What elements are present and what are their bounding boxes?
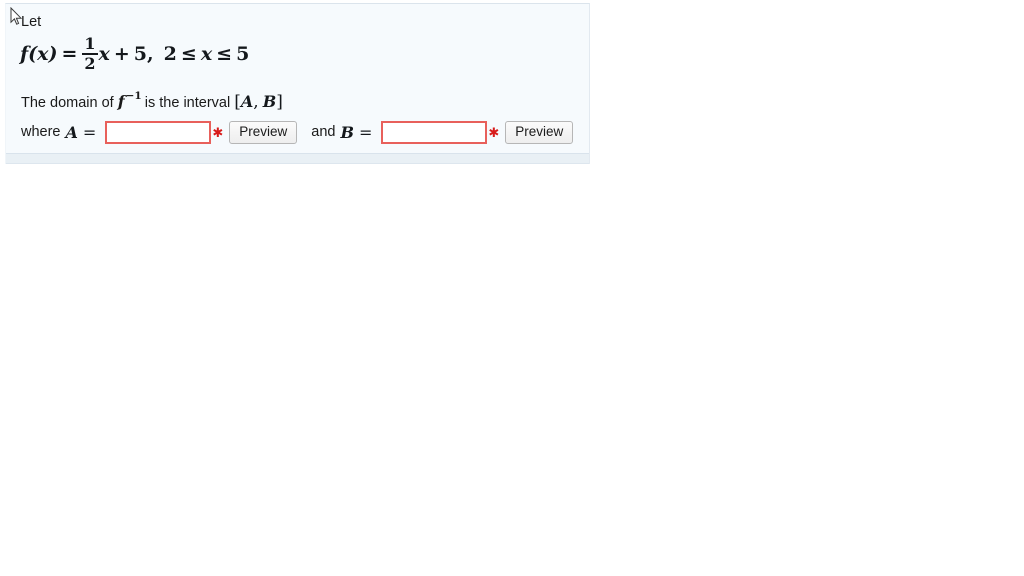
domain-relation-right: ≤ [216, 42, 233, 65]
variable-b-equals: = [358, 122, 373, 142]
domain-upper-bound: 5 [236, 42, 250, 65]
preview-a-button[interactable]: Preview [229, 120, 298, 144]
variable-b-label: B [340, 122, 354, 142]
statement-line: The domain of f−1 is the interval [A, B] [18, 82, 589, 114]
inverse-function-exponent: −1 [125, 90, 142, 103]
domain-lower-bound: 2 [163, 42, 177, 65]
interval-comma: , [253, 92, 259, 112]
intro-label: Let [21, 14, 42, 30]
domain-relation-left: ≤ [180, 42, 197, 65]
and-label: and [311, 124, 336, 140]
answer-b-input[interactable] [381, 120, 488, 144]
interval-bracket-close: ] [276, 92, 283, 112]
function-definition-formula: f(x) = 1 2 x + 5 , 2 ≤ x ≤ 5 [20, 36, 249, 72]
interval-start-variable: A [240, 92, 254, 111]
answer-a-input[interactable] [105, 120, 212, 144]
required-marker-b-icon: ✱ [488, 125, 500, 141]
statement-middle: is the interval [144, 95, 231, 111]
formula-constant: 5 [133, 42, 148, 65]
fraction-numerator: 1 [84, 34, 96, 53]
domain-variable: x [200, 42, 213, 65]
required-marker-a-icon: ✱ [212, 125, 224, 141]
problem-panel: Let f(x) = 1 2 x + 5 , 2 ≤ x ≤ 5 The dom… [5, 3, 590, 164]
inverse-function-symbol: f [117, 92, 125, 111]
formula-line: f(x) = 1 2 x + 5 , 2 ≤ x ≤ 5 [18, 32, 589, 82]
formula-plus: + [113, 42, 130, 65]
preview-b-button[interactable]: Preview [505, 120, 574, 144]
interval-end-variable: B [262, 92, 277, 111]
formula-variable: x [98, 42, 110, 65]
fraction-denominator: 2 [84, 53, 96, 73]
problem-body: Let f(x) = 1 2 x + 5 , 2 ≤ x ≤ 5 The dom… [6, 4, 589, 153]
statement-prefix: The domain of [21, 95, 114, 111]
interval-bracket-open: [ [234, 92, 241, 112]
formula-lhs: f(x) [20, 42, 58, 65]
formula-equals: = [61, 42, 78, 65]
answer-row: where A = ✱ Preview and B = ✱ Preview [18, 114, 589, 147]
where-label: where [21, 124, 61, 140]
formula-fraction: 1 2 [82, 34, 98, 73]
variable-a-label: A [65, 122, 78, 142]
formula-comma: , [147, 42, 154, 65]
variable-a-equals: = [82, 122, 97, 142]
panel-footer [6, 153, 589, 164]
